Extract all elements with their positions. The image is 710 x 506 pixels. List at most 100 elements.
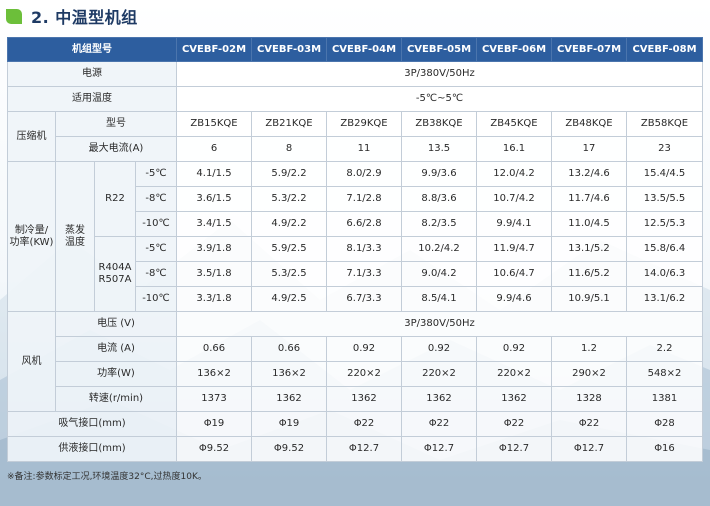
compressor-model-cell: ZB48KQE bbox=[551, 111, 627, 137]
capacity-cell: 7.1/2.8 bbox=[326, 186, 402, 212]
power-supply-label: 电源 bbox=[7, 61, 177, 87]
capacity-cell: 5.9/2.5 bbox=[251, 236, 327, 262]
header-model: CVEBF-07M bbox=[551, 37, 627, 62]
fan-current-cell: 0.92 bbox=[401, 336, 477, 362]
capacity-label-line2: 功率(KW) bbox=[9, 236, 54, 248]
capacity-cell: 10.6/4.7 bbox=[476, 261, 552, 287]
compressor-model-cell: ZB15KQE bbox=[176, 111, 252, 137]
fan-speed-row: 转速(r/min) 1373 1362 1362 1362 1362 1328 … bbox=[8, 386, 703, 412]
suction-cell: Φ22 bbox=[551, 411, 627, 437]
compressor-current-row: 最大电流(A) 6 8 11 13.5 16.1 17 23 bbox=[8, 136, 703, 162]
refrigerant-r22-label: R22 bbox=[94, 161, 136, 237]
fan-speed-cell: 1381 bbox=[626, 386, 703, 412]
capacity-cell: 5.3/2.2 bbox=[251, 186, 327, 212]
compressor-model-cell: ZB45KQE bbox=[476, 111, 552, 137]
fan-speed-cell: 1362 bbox=[251, 386, 327, 412]
header-model: CVEBF-03M bbox=[251, 37, 327, 62]
compressor-model-cell: ZB58KQE bbox=[626, 111, 703, 137]
liquid-label: 供液接口(mm) bbox=[7, 436, 177, 462]
suction-cell: Φ22 bbox=[326, 411, 402, 437]
suction-label: 吸气接口(mm) bbox=[7, 411, 177, 437]
suction-cell: Φ19 bbox=[251, 411, 327, 437]
capacity-cell: 4.9/2.2 bbox=[251, 211, 327, 237]
liquid-row: 供液接口(mm) Φ9.52 Φ9.52 Φ12.7 Φ12.7 Φ12.7 Φ… bbox=[7, 436, 703, 462]
temp-range-row: 适用温度 -5℃~5℃ bbox=[7, 86, 703, 112]
liquid-cell: Φ12.7 bbox=[326, 436, 402, 462]
footnote: ※备注:参数标定工况,环境温度32°C,过热度10K。 bbox=[7, 472, 207, 482]
evap-temp-cell: -8℃ bbox=[135, 261, 177, 287]
suction-cell: Φ22 bbox=[401, 411, 477, 437]
fan-power-cell: 220×2 bbox=[476, 361, 552, 387]
capacity-cell: 9.9/3.6 bbox=[401, 161, 477, 187]
capacity-cell: 3.9/1.8 bbox=[176, 236, 252, 262]
temp-range-value: -5℃~5℃ bbox=[176, 86, 703, 112]
capacity-cell: 10.9/5.1 bbox=[551, 286, 627, 312]
capacity-cell: 15.4/4.5 bbox=[626, 161, 703, 187]
capacity-cell: 12.5/5.3 bbox=[626, 211, 703, 237]
fan-power-cell: 290×2 bbox=[551, 361, 627, 387]
capacity-cell: 4.1/1.5 bbox=[176, 161, 252, 187]
capacity-cell: 3.3/1.8 bbox=[176, 286, 252, 312]
fan-current-cell: 0.66 bbox=[176, 336, 252, 362]
liquid-cell: Φ12.7 bbox=[401, 436, 477, 462]
capacity-cell: 9.0/4.2 bbox=[401, 261, 477, 287]
compressor-model-row: 压缩机 型号 ZB15KQE ZB21KQE ZB29KQE ZB38KQE Z… bbox=[7, 111, 703, 162]
evap-temp-cell: -8℃ bbox=[135, 186, 177, 212]
fan-power-cell: 220×2 bbox=[401, 361, 477, 387]
header-model: CVEBF-04M bbox=[326, 37, 402, 62]
compressor-model-cell: ZB38KQE bbox=[401, 111, 477, 137]
compressor-current-cell: 6 bbox=[176, 136, 252, 162]
capacity-cell: 8.8/3.6 bbox=[401, 186, 477, 212]
fan-speed-cell: 1328 bbox=[551, 386, 627, 412]
header-model: CVEBF-02M bbox=[176, 37, 252, 62]
fan-speed-cell: 1373 bbox=[176, 386, 252, 412]
capacity-cell: 12.0/4.2 bbox=[476, 161, 552, 187]
compressor-model-cell: ZB29KQE bbox=[326, 111, 402, 137]
fan-speed-cell: 1362 bbox=[476, 386, 552, 412]
fan-power-row: 功率(W) 136×2 136×2 220×2 220×2 220×2 290×… bbox=[8, 361, 703, 387]
compressor-model-label: 型号 bbox=[55, 111, 177, 137]
header-model-label: 机组型号 bbox=[7, 37, 177, 62]
power-supply-value: 3P/380V/50Hz bbox=[176, 61, 703, 87]
suction-cell: Φ22 bbox=[476, 411, 552, 437]
refrigerant-r404a-label: R404A R507A bbox=[94, 236, 136, 312]
capacity-cell: 10.7/4.2 bbox=[476, 186, 552, 212]
evap-temp-cell: -10℃ bbox=[135, 286, 177, 312]
fan-current-cell: 0.92 bbox=[476, 336, 552, 362]
evap-temp-cell: -5℃ bbox=[135, 161, 177, 187]
evap-temp-cell: -10℃ bbox=[135, 211, 177, 237]
fan-current-cell: 2.2 bbox=[626, 336, 703, 362]
capacity-cell: 3.6/1.5 bbox=[176, 186, 252, 212]
fan-power-label: 功率(W) bbox=[55, 361, 177, 387]
fan-label: 风机 bbox=[7, 311, 56, 412]
fan-current-label: 电流 (A) bbox=[55, 336, 177, 362]
power-supply-row: 电源 3P/380V/50Hz bbox=[7, 61, 703, 87]
liquid-cell: Φ9.52 bbox=[251, 436, 327, 462]
capacity-cell: 13.5/5.5 bbox=[626, 186, 703, 212]
capacity-cell: 8.2/3.5 bbox=[401, 211, 477, 237]
fan-power-cell: 220×2 bbox=[326, 361, 402, 387]
fan-voltage-value: 3P/380V/50Hz bbox=[176, 311, 703, 337]
fan-current-cell: 0.92 bbox=[326, 336, 402, 362]
capacity-cell: 11.9/4.7 bbox=[476, 236, 552, 262]
capacity-cell: 11.7/4.6 bbox=[551, 186, 627, 212]
capacity-row: R404A R507A -5℃ 3.9/1.8 5.9/2.5 8.1/3.3 1… bbox=[8, 236, 703, 312]
capacity-cell: 9.9/4.1 bbox=[476, 211, 552, 237]
capacity-cell: 15.8/6.4 bbox=[626, 236, 703, 262]
capacity-cell: 8.0/2.9 bbox=[326, 161, 402, 187]
liquid-cell: Φ12.7 bbox=[551, 436, 627, 462]
capacity-cell: 4.9/2.5 bbox=[251, 286, 327, 312]
capacity-cell: 14.0/6.3 bbox=[626, 261, 703, 287]
fan-current-cell: 1.2 bbox=[551, 336, 627, 362]
section-marker-icon bbox=[6, 8, 22, 24]
capacity-cell: 11.0/4.5 bbox=[551, 211, 627, 237]
section-header: 2. 中温型机组 bbox=[6, 5, 138, 27]
compressor-current-cell: 17 bbox=[551, 136, 627, 162]
liquid-cell: Φ9.52 bbox=[176, 436, 252, 462]
compressor-current-label: 最大电流(A) bbox=[55, 136, 177, 162]
r507a-label: R507A bbox=[98, 274, 132, 285]
header-model: CVEBF-08M bbox=[626, 37, 703, 62]
capacity-cell: 6.7/3.3 bbox=[326, 286, 402, 312]
compressor-current-cell: 13.5 bbox=[401, 136, 477, 162]
fan-speed-label: 转速(r/min) bbox=[55, 386, 177, 412]
